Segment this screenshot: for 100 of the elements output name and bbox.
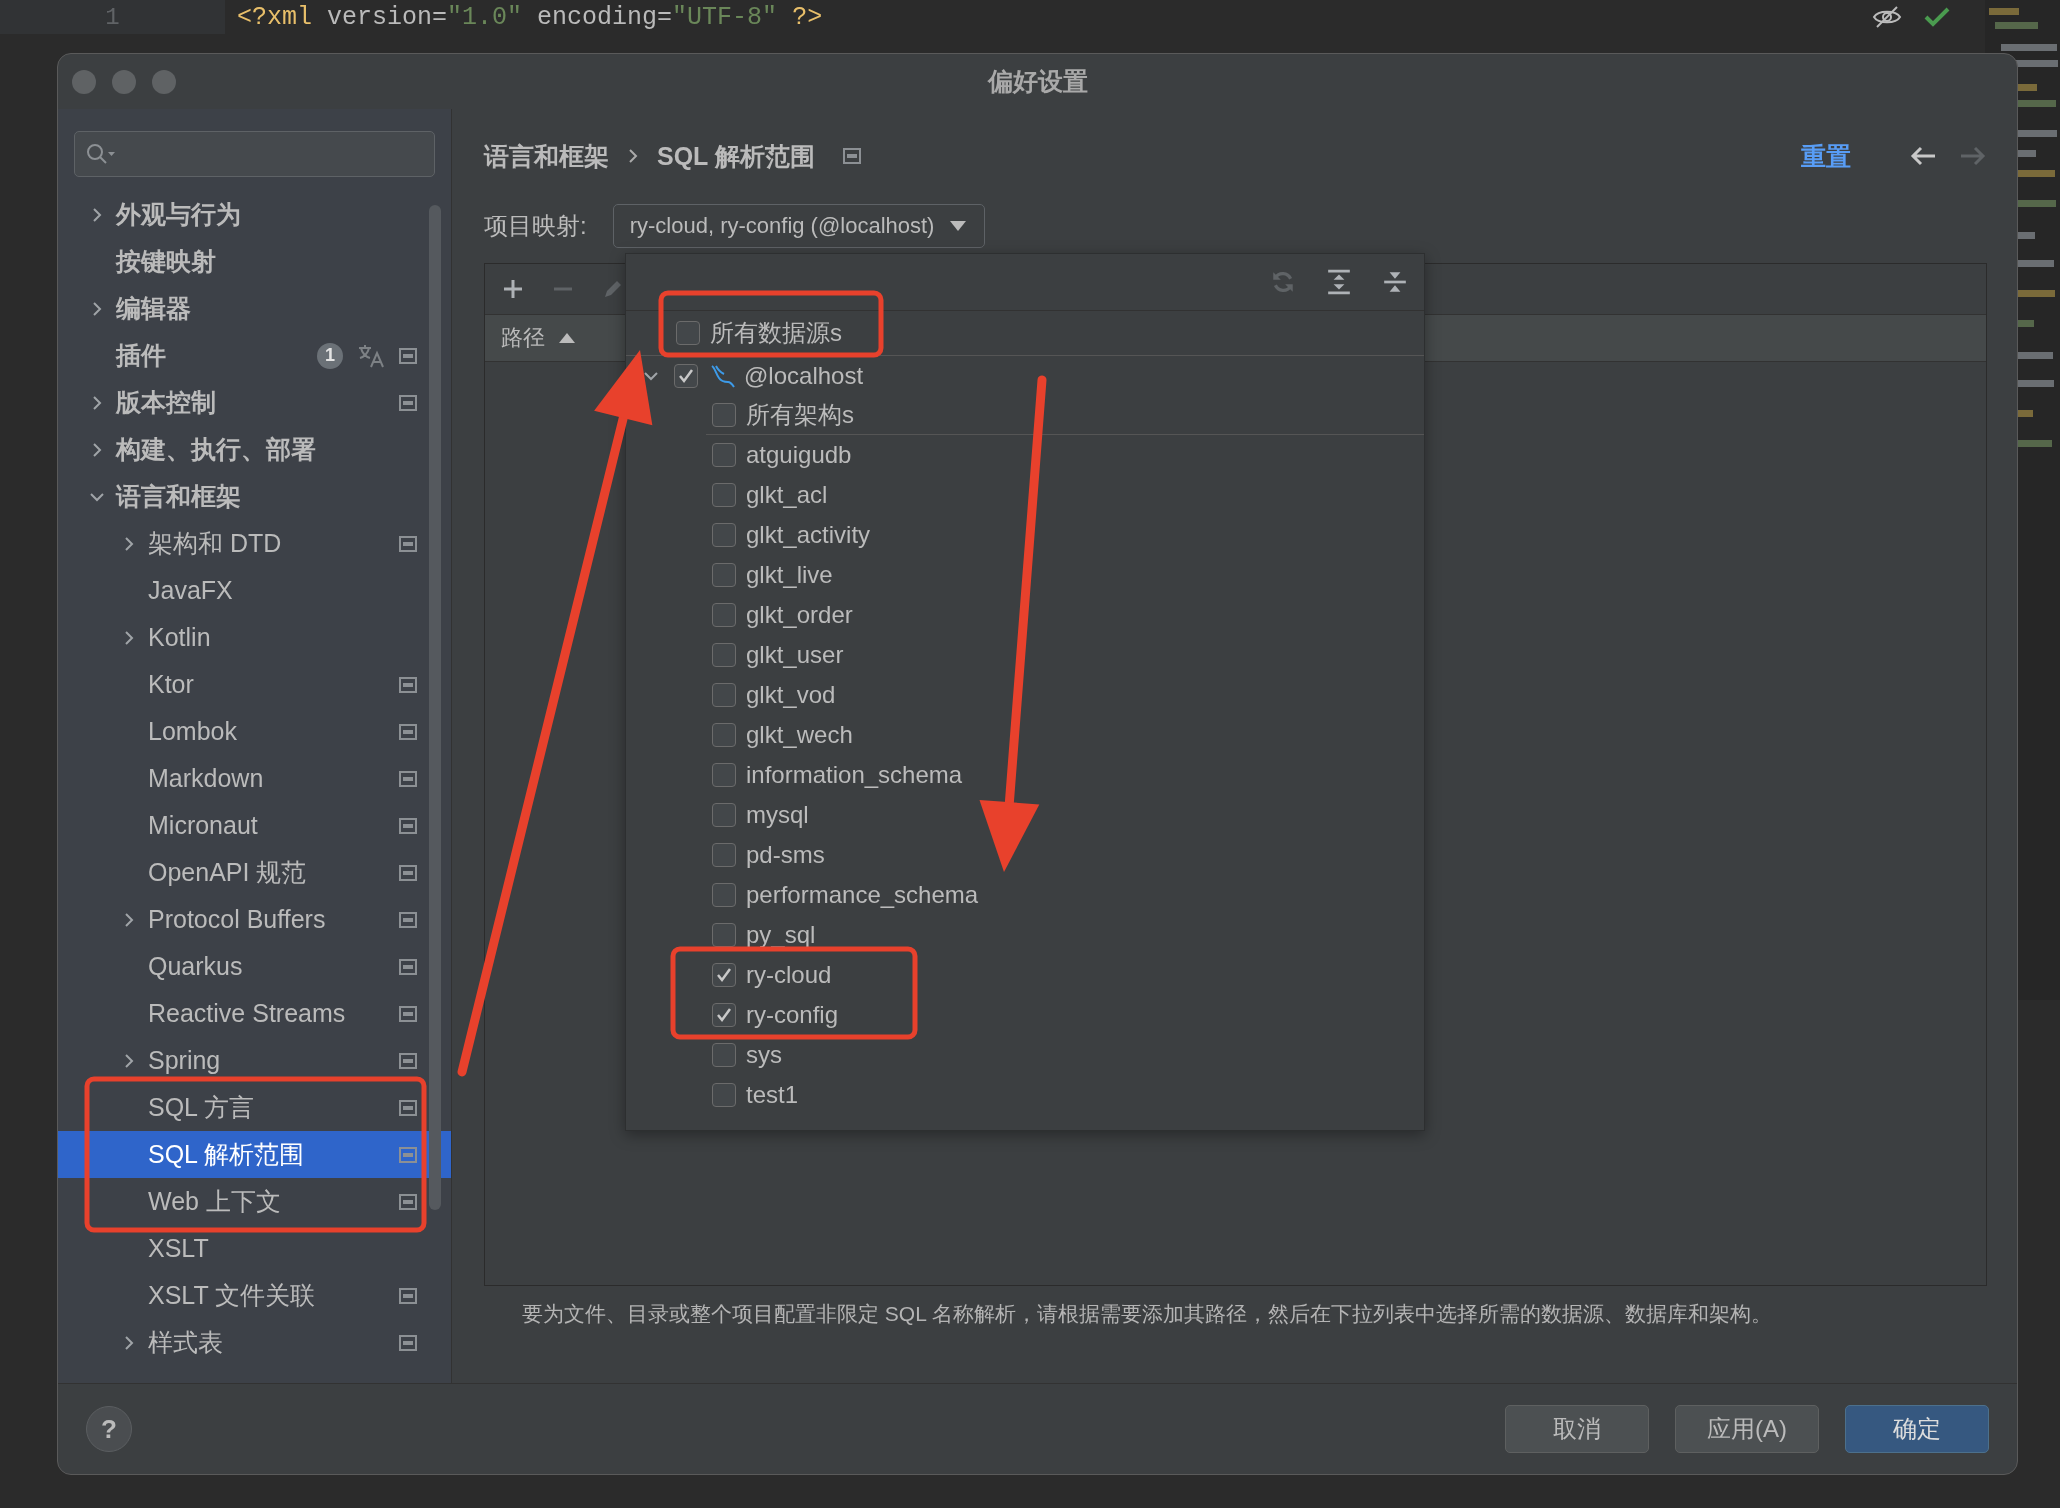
checkbox[interactable] (712, 563, 736, 587)
window-control[interactable] (112, 69, 136, 94)
search-icon (85, 142, 117, 166)
sidebar-item[interactable]: 构建、执行、部署 (58, 426, 451, 473)
sidebar-item[interactable]: JavaFX (58, 567, 451, 614)
checkbox-label: performance_schema (746, 881, 979, 909)
column-header[interactable]: 路径 (485, 322, 581, 354)
project-icon (399, 676, 417, 693)
project-icon (399, 817, 417, 834)
ok-button[interactable]: 确定 (1845, 1405, 1989, 1453)
checkbox[interactable] (712, 843, 736, 867)
sidebar-item[interactable]: OpenAPI 规范 (58, 849, 451, 896)
help-button[interactable]: ? (86, 1406, 132, 1452)
checkbox[interactable] (674, 364, 698, 388)
eye-slash-icon[interactable] (1872, 5, 1902, 29)
checkbox[interactable] (712, 523, 736, 547)
breadcrumb-item: 语言和框架 (484, 140, 609, 172)
search-field[interactable] (74, 131, 435, 177)
sidebar-item[interactable]: 外观与行为 (58, 191, 451, 238)
sidebar-item[interactable]: Kotlin (58, 614, 451, 661)
sidebar-item[interactable]: SQL 解析范围 (58, 1131, 451, 1178)
project-icon (399, 958, 417, 975)
sidebar-item[interactable]: XSLT 文件关联 (58, 1272, 451, 1319)
checkbox-label: glkt_user (746, 641, 844, 669)
sidebar-item[interactable]: 样式表 (58, 1319, 451, 1366)
checkbox[interactable] (712, 403, 736, 427)
project-icon (399, 1193, 417, 1210)
project-icon (399, 535, 417, 552)
checkbox-label: ry-config (746, 1001, 839, 1029)
description-text: 要为文件、目录或整个项目配置非限定 SQL 名称解析，请根据需要添加其路径，然后在下拉列表中选择所需的数据源、数据库和架构。 (522, 1301, 1772, 1327)
checkbox[interactable] (712, 1043, 736, 1067)
window-control[interactable] (152, 69, 176, 94)
checkbox[interactable] (712, 923, 736, 947)
checkbox[interactable] (712, 883, 736, 907)
sidebar-item[interactable]: 版本控制 (58, 379, 451, 426)
project-mapping-dropdown[interactable]: ry-cloud, ry-config (@localhost) (612, 204, 986, 248)
sidebar-item[interactable]: 按键映射 (58, 238, 451, 285)
checkbox-label: ry-cloud (746, 961, 832, 989)
checkbox-label: test1 (746, 1081, 799, 1109)
sidebar-item[interactable]: Micronaut (58, 802, 451, 849)
sidebar-item[interactable]: Spring (58, 1037, 451, 1084)
sidebar-item[interactable]: 编辑器 (58, 285, 451, 332)
checkbox-label: 所有架构s (746, 400, 854, 430)
project-icon (399, 911, 417, 928)
scrollbar[interactable] (429, 205, 441, 1210)
project-icon (399, 1334, 417, 1351)
checkbox[interactable] (712, 1083, 736, 1107)
checkbox-label: sys (746, 1041, 782, 1069)
sidebar-item[interactable]: XSLT (58, 1225, 451, 1272)
sidebar-item[interactable]: Protocol Buffers (58, 896, 451, 943)
sidebar-item[interactable]: Quarkus (58, 943, 451, 990)
checkbox[interactable] (712, 483, 736, 507)
checkbox-label: glkt_order (746, 601, 853, 629)
checkbox-label: glkt_wech (746, 721, 853, 749)
project-icon (842, 148, 861, 164)
sidebar-item[interactable]: Lombok (58, 708, 451, 755)
sidebar-item[interactable]: Markdown (58, 755, 451, 802)
checkbox[interactable] (712, 803, 736, 827)
sidebar-item[interactable]: 插件 1 (58, 332, 451, 379)
code-line: <?xml version="1.0" encoding="UTF-8" ?> (236, 2, 824, 32)
field-label: 项目映射: (484, 211, 587, 241)
checkbox[interactable] (712, 443, 736, 467)
breadcrumb-item: SQL 解析范围 (657, 140, 815, 172)
dialog-button[interactable]: 应用(A) (1675, 1405, 1819, 1453)
checkbox[interactable] (712, 603, 736, 627)
checkbox[interactable] (712, 683, 736, 707)
dialog-button[interactable]: 取消 (1505, 1405, 1649, 1453)
count-badge: 1 (317, 342, 343, 369)
checkbox-label: glkt_vod (746, 681, 836, 709)
sidebar-item[interactable]: Web 上下文 (58, 1178, 451, 1225)
checkbox[interactable] (712, 763, 736, 787)
window-control[interactable] (72, 69, 96, 94)
checkbox[interactable] (676, 321, 700, 345)
project-icon (399, 347, 417, 364)
checkbox-label: 所有数据源s (710, 318, 842, 348)
checkbox-label: glkt_activity (746, 521, 871, 549)
checkbox[interactable] (712, 723, 736, 747)
checkbox[interactable] (712, 1003, 736, 1027)
sidebar-item[interactable]: 架构和 DTD (58, 520, 451, 567)
back-arrow-icon[interactable] (1909, 145, 1937, 167)
project-icon (399, 723, 417, 740)
project-icon (399, 864, 417, 881)
window-title: 偏好设置 (987, 67, 1088, 95)
reset-link[interactable]: 重置 (1801, 139, 1851, 173)
project-icon (399, 394, 417, 411)
checkbox-label: glkt_acl (746, 481, 828, 509)
check-icon (1924, 6, 1950, 28)
checkbox-label: mysql (746, 801, 809, 829)
checkbox[interactable] (712, 643, 736, 667)
project-icon (399, 1005, 417, 1022)
sidebar-item[interactable]: Reactive Streams (58, 990, 451, 1037)
checkbox-label: atguigudb (746, 441, 852, 469)
checkbox-label: glkt_live (746, 561, 833, 589)
sidebar-item[interactable]: SQL 方言 (58, 1084, 451, 1131)
checkbox[interactable] (712, 963, 736, 987)
sidebar-item[interactable]: 语言和框架 (58, 473, 451, 520)
sidebar-item[interactable]: Ktor (58, 661, 451, 708)
checkbox-label: information_schema (746, 761, 963, 789)
project-icon (399, 1099, 417, 1116)
project-icon (399, 770, 417, 787)
